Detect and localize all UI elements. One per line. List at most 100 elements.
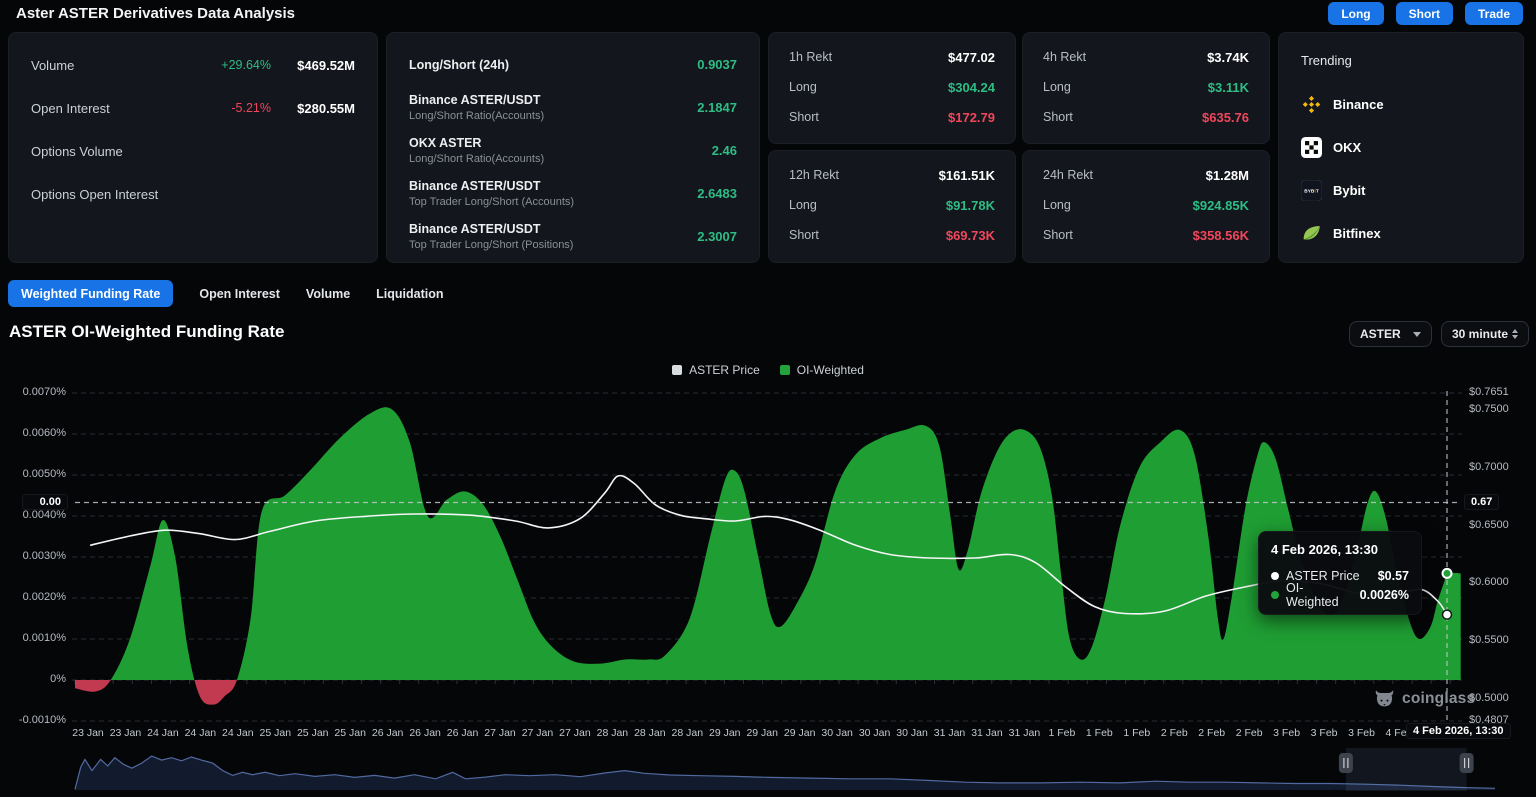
legend-swatch [672, 365, 682, 375]
trade-button[interactable]: Trade [1465, 2, 1523, 25]
x-axis-tick: 31 Jan [934, 727, 966, 739]
tab-open-interest[interactable]: Open Interest [199, 280, 280, 307]
navigator-handle[interactable] [1460, 753, 1474, 773]
rekt-row: Long$3.11K [1043, 76, 1249, 98]
crosshair-time-label: 4 Feb 2026, 13:30 [1406, 723, 1511, 739]
rekt-short-value: $172.79 [948, 110, 995, 125]
rekt-row: Short$635.76 [1043, 106, 1249, 128]
ratio-subtitle: Long/Short Ratio(Accounts) [409, 110, 697, 122]
x-axis-tick: 29 Jan [784, 727, 816, 739]
left-axis-tick: 0.0010% [0, 632, 66, 644]
x-axis-tick: 26 Jan [447, 727, 479, 739]
ratio-row: Binance ASTER/USDT Top Trader Long/Short … [409, 219, 737, 254]
legend-item[interactable]: OI-Weighted [780, 363, 864, 377]
binance-logo-icon [1301, 94, 1322, 115]
stat-change: +29.64% [193, 58, 271, 72]
stat-row: Open Interest-5.21% $280.55M [31, 97, 355, 119]
x-axis-tick: 24 Jan [147, 727, 179, 739]
stat-row: Options Open Interest [31, 183, 355, 205]
rekt-short-value: $358.56K [1193, 228, 1249, 243]
tab-weighted-funding-rate[interactable]: Weighted Funding Rate [8, 280, 173, 307]
x-axis-tick: 31 Jan [971, 727, 1003, 739]
rekt-short-label: Short [789, 110, 948, 124]
watermark-label: coinglass [1402, 690, 1475, 708]
okx-logo-icon [1301, 137, 1322, 158]
x-axis-tick: 23 Jan [72, 727, 104, 739]
stat-change: -5.21% [193, 101, 271, 115]
trending-exchange-name: Bitfinex [1333, 226, 1381, 241]
legend-item[interactable]: ASTER Price [672, 363, 760, 377]
rekt-card-24h: 24h Rekt$1.28MLong$924.85KShort$358.56K [1022, 150, 1270, 263]
rekt-row: Short$172.79 [789, 106, 995, 128]
chevron-down-icon [1413, 332, 1421, 337]
symbol-select[interactable]: ASTER [1349, 321, 1432, 347]
left-axis-tick: -0.0010% [0, 714, 66, 726]
x-axis-tick: 27 Jan [522, 727, 554, 739]
trending-item-binance[interactable]: Binance [1301, 92, 1501, 116]
rekt-total-value: $3.74K [1207, 50, 1249, 65]
left-axis-tick: 0.0070% [0, 386, 66, 398]
rekt-total-label: 12h Rekt [789, 168, 939, 182]
rekt-long-label: Long [1043, 80, 1208, 94]
rekt-short-label: Short [1043, 110, 1202, 124]
left-axis-tick: 0.0040% [0, 509, 66, 521]
tab-liquidation[interactable]: Liquidation [376, 280, 443, 307]
x-axis-tick: 25 Jan [297, 727, 329, 739]
rekt-total-value: $161.51K [939, 168, 995, 183]
rekt-long-label: Long [789, 80, 948, 94]
rekt-row: Long$304.24 [789, 76, 995, 98]
x-axis-tick: 3 Feb [1273, 727, 1300, 739]
legend-label: ASTER Price [689, 363, 760, 377]
short-button[interactable]: Short [1396, 2, 1453, 25]
x-axis-tick: 24 Jan [185, 727, 217, 739]
market-stats-rows: Volume+29.64%$469.52MOpen Interest-5.21%… [31, 54, 355, 205]
bitfinex-logo [1301, 223, 1322, 244]
ratio-value: 2.1847 [697, 100, 737, 115]
trending-item-bybit[interactable]: BYB!T Bybit [1301, 178, 1501, 202]
trending-title: Trending [1301, 53, 1501, 68]
rekt-long-value: $3.11K [1208, 80, 1249, 95]
ratio-title: Long/Short (24h) [409, 58, 697, 72]
ratio-label-group: Binance ASTER/USDT Top Trader Long/Short … [409, 179, 697, 208]
x-axis-tick: 3 Feb [1311, 727, 1338, 739]
trending-exchange-name: Bybit [1333, 183, 1366, 198]
bitfinex-logo-icon [1301, 223, 1322, 244]
bybit-logo-icon: BYB!T [1301, 180, 1322, 201]
ratio-value: 2.3007 [697, 229, 737, 244]
ratio-title: Binance ASTER/USDT [409, 222, 697, 236]
trending-item-bitfinex[interactable]: Bitfinex [1301, 221, 1501, 245]
bybit-logo: BYB!T [1301, 180, 1322, 201]
tab-volume[interactable]: Volume [306, 280, 350, 307]
rekt-row: Long$91.78K [789, 194, 995, 216]
stat-label: Options Volume [31, 144, 193, 159]
ratio-rows: Long/Short (24h)0.9037Binance ASTER/USDT… [409, 47, 737, 254]
x-axis-tick: 25 Jan [334, 727, 366, 739]
header-actions: Long Short Trade [1328, 2, 1523, 25]
long-button[interactable]: Long [1328, 2, 1383, 25]
coinglass-watermark: coinglass [1374, 688, 1475, 709]
ratio-value: 2.46 [712, 143, 737, 158]
right-axis-tick: $0.5500 [1469, 634, 1509, 646]
interval-select[interactable]: 30 minute [1441, 321, 1529, 347]
tooltip-series-value: $0.57 [1378, 569, 1409, 583]
right-axis-tick: $0.7000 [1469, 461, 1509, 473]
stat-value: $280.55M [279, 101, 355, 116]
left-axis-tick: 0.0050% [0, 468, 66, 480]
x-axis-tick: 2 Feb [1161, 727, 1188, 739]
rekt-row: Short$358.56K [1043, 224, 1249, 246]
navigator-handle[interactable] [1339, 753, 1353, 773]
x-axis-tick: 26 Jan [409, 727, 441, 739]
ratio-subtitle: Long/Short Ratio(Accounts) [409, 153, 712, 165]
x-axis-tick: 30 Jan [821, 727, 853, 739]
ratio-title: Binance ASTER/USDT [409, 179, 697, 193]
rekt-long-label: Long [1043, 198, 1193, 212]
chart-navigator[interactable] [0, 748, 1536, 791]
ratio-title: Binance ASTER/USDT [409, 93, 697, 107]
ratio-subtitle: Top Trader Long/Short (Positions) [409, 239, 697, 251]
trending-item-okx[interactable]: OKX [1301, 135, 1501, 159]
rekt-row: 12h Rekt$161.51K [789, 164, 995, 186]
stat-label: Open Interest [31, 101, 193, 116]
left-axis-tick: 0.0060% [0, 427, 66, 439]
ratio-subtitle: Top Trader Long/Short (Accounts) [409, 196, 697, 208]
rekt-total-label: 24h Rekt [1043, 168, 1206, 182]
